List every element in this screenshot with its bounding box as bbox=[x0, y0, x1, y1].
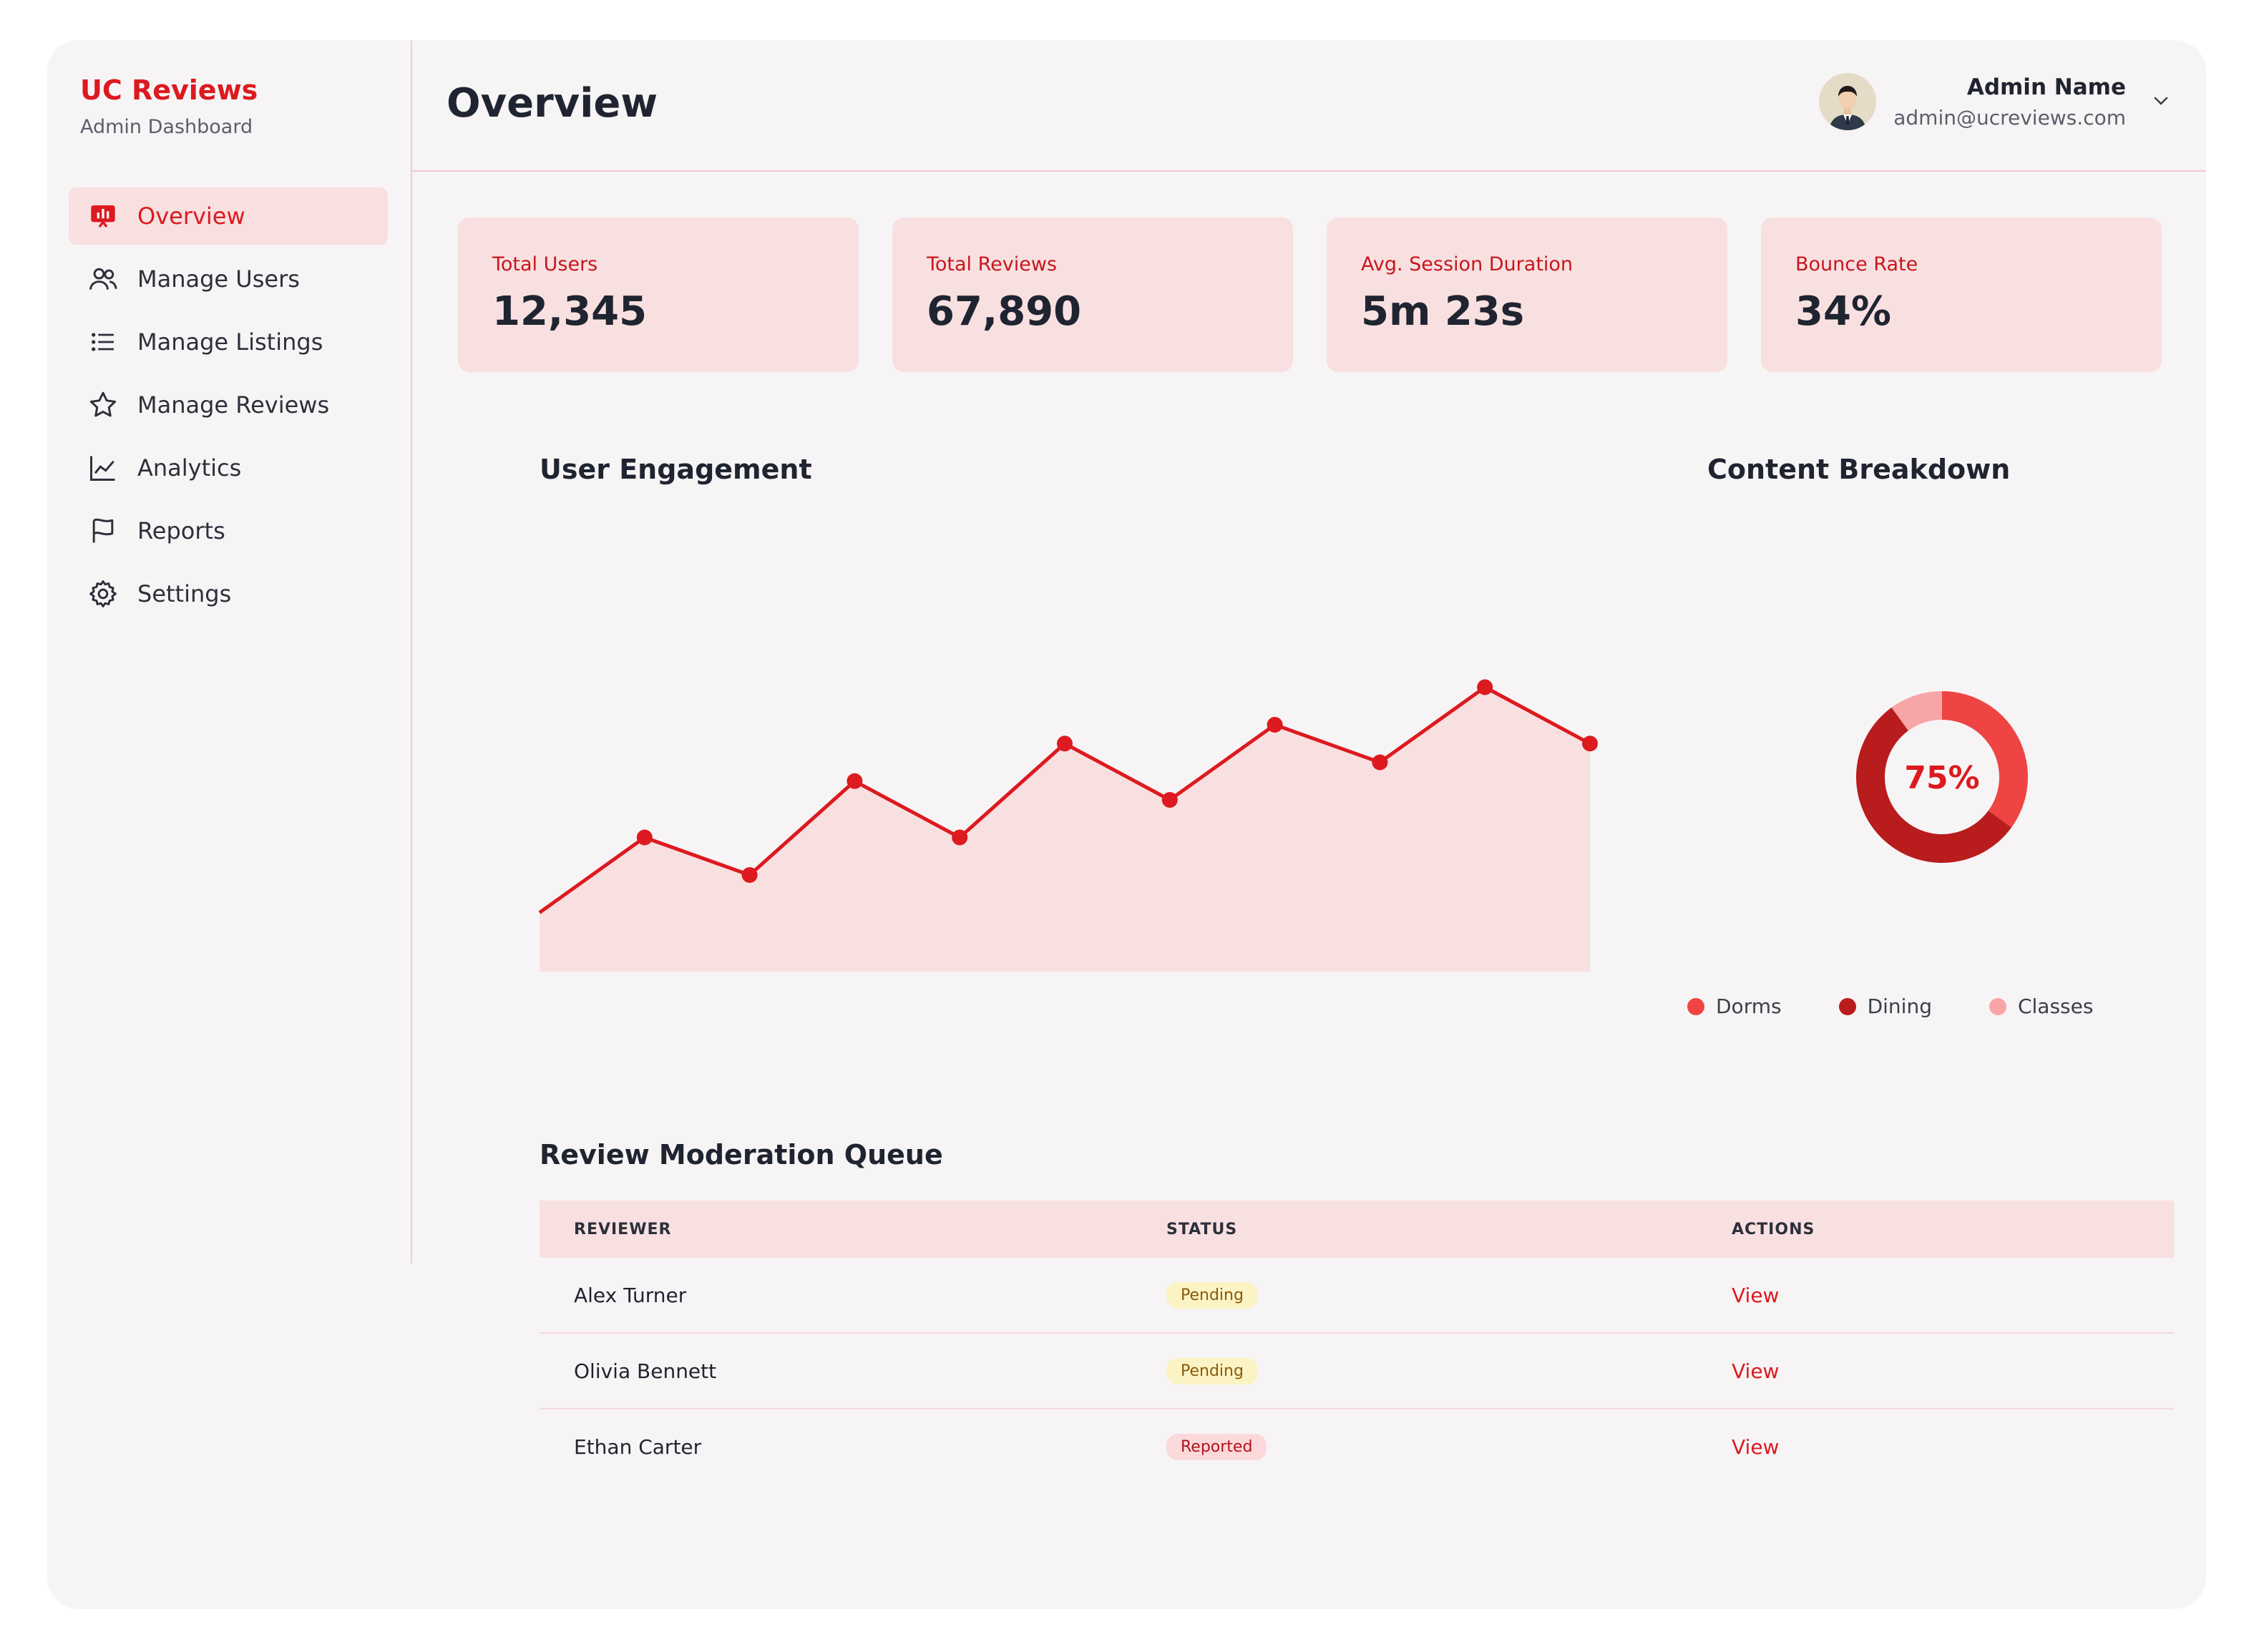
sidebar-item-manage-reviews[interactable]: Manage Reviews bbox=[69, 376, 388, 434]
sidebar-item-manage-users[interactable]: Manage Users bbox=[69, 250, 388, 308]
engagement-point bbox=[636, 829, 653, 846]
status-badge: Pending bbox=[1166, 1282, 1258, 1309]
sidebar-item-settings[interactable]: Settings bbox=[69, 565, 388, 622]
brand-subtitle: Admin Dashboard bbox=[80, 116, 253, 138]
sidebar-item-label: Manage Users bbox=[137, 265, 300, 293]
view-link[interactable]: View bbox=[1732, 1435, 1779, 1459]
legend-dot bbox=[1989, 997, 2006, 1015]
legend-label: Dining bbox=[1867, 994, 1932, 1018]
engagement-point bbox=[1161, 792, 1178, 808]
legend-dot bbox=[1838, 997, 1856, 1015]
sidebar-item-analytics[interactable]: Analytics bbox=[69, 439, 388, 497]
brand: UC Reviews Admin Dashboard bbox=[80, 74, 258, 138]
charts-canvas: 75% bbox=[538, 679, 2028, 972]
legend-label: Dorms bbox=[1716, 994, 1782, 1018]
sidebar-item-label: Manage Reviews bbox=[137, 391, 330, 419]
status-badge: Reported bbox=[1166, 1434, 1267, 1460]
engagement-point bbox=[1582, 735, 1598, 752]
engagement-chart bbox=[538, 679, 1598, 972]
moderation-table: REVIEWER STATUS ACTIONS Alex Turner Pend… bbox=[540, 1201, 2174, 1484]
sidebar-item-label: Overview bbox=[137, 202, 245, 230]
table-row: Alex Turner Pending View bbox=[540, 1258, 2174, 1334]
engagement-point bbox=[1057, 735, 1073, 752]
table-header: REVIEWER STATUS ACTIONS bbox=[540, 1201, 2174, 1258]
sidebar-nav: Overview Manage Users Manage Listings Ma… bbox=[69, 187, 388, 628]
reviewer-name: Ethan Carter bbox=[574, 1434, 702, 1459]
main-content: Overview Admin Name admin@ucreviews.com … bbox=[412, 40, 2206, 1609]
presentation-chart-icon bbox=[87, 200, 119, 232]
flag-icon bbox=[87, 515, 119, 547]
table-row: Olivia Bennett Pending View bbox=[540, 1334, 2174, 1409]
table-row: Ethan Carter Reported View bbox=[540, 1409, 2174, 1484]
legend-item-dining: Dining bbox=[1838, 994, 1932, 1018]
queue-title: Review Moderation Queue bbox=[540, 1139, 943, 1170]
app-window: UC Reviews Admin Dashboard Overview Mana… bbox=[47, 40, 2206, 1609]
sidebar-item-label: Reports bbox=[137, 517, 225, 544]
column-header-actions: ACTIONS bbox=[1732, 1220, 1815, 1238]
engagement-point bbox=[741, 867, 758, 883]
sidebar-item-label: Analytics bbox=[137, 454, 242, 482]
sidebar-item-overview[interactable]: Overview bbox=[69, 187, 388, 245]
sidebar-item-manage-listings[interactable]: Manage Listings bbox=[69, 313, 388, 371]
reviewer-name: Alex Turner bbox=[574, 1283, 687, 1307]
gear-icon bbox=[87, 578, 119, 610]
engagement-point bbox=[1372, 754, 1388, 771]
star-icon bbox=[87, 389, 119, 421]
breakdown-legend: Dorms Dining Classes bbox=[1687, 994, 2093, 1018]
donut-center-label: 75% bbox=[1904, 760, 1979, 796]
line-chart-icon bbox=[87, 452, 119, 484]
engagement-point bbox=[847, 773, 863, 789]
legend-item-dorms: Dorms bbox=[1687, 994, 1782, 1018]
brand-title: UC Reviews bbox=[80, 74, 258, 106]
list-icon bbox=[87, 326, 119, 358]
reviewer-name: Olivia Bennett bbox=[574, 1359, 717, 1383]
engagement-point bbox=[1477, 679, 1493, 695]
sidebar-item-label: Settings bbox=[137, 580, 232, 607]
legend-label: Classes bbox=[2017, 994, 2094, 1018]
status-badge: Pending bbox=[1166, 1358, 1258, 1384]
sidebar: UC Reviews Admin Dashboard Overview Mana… bbox=[47, 40, 412, 1264]
legend-item-classes: Classes bbox=[1989, 994, 2093, 1018]
sidebar-item-reports[interactable]: Reports bbox=[69, 502, 388, 559]
view-link[interactable]: View bbox=[1732, 1359, 1779, 1383]
users-icon bbox=[87, 263, 119, 295]
column-header-reviewer: REVIEWER bbox=[574, 1220, 672, 1238]
column-header-status: STATUS bbox=[1166, 1220, 1238, 1238]
legend-dot bbox=[1687, 997, 1704, 1015]
engagement-area-fill bbox=[540, 687, 1590, 972]
engagement-point bbox=[1267, 717, 1283, 733]
view-link[interactable]: View bbox=[1732, 1284, 1779, 1307]
sidebar-item-label: Manage Listings bbox=[137, 328, 323, 356]
engagement-point bbox=[952, 829, 968, 846]
